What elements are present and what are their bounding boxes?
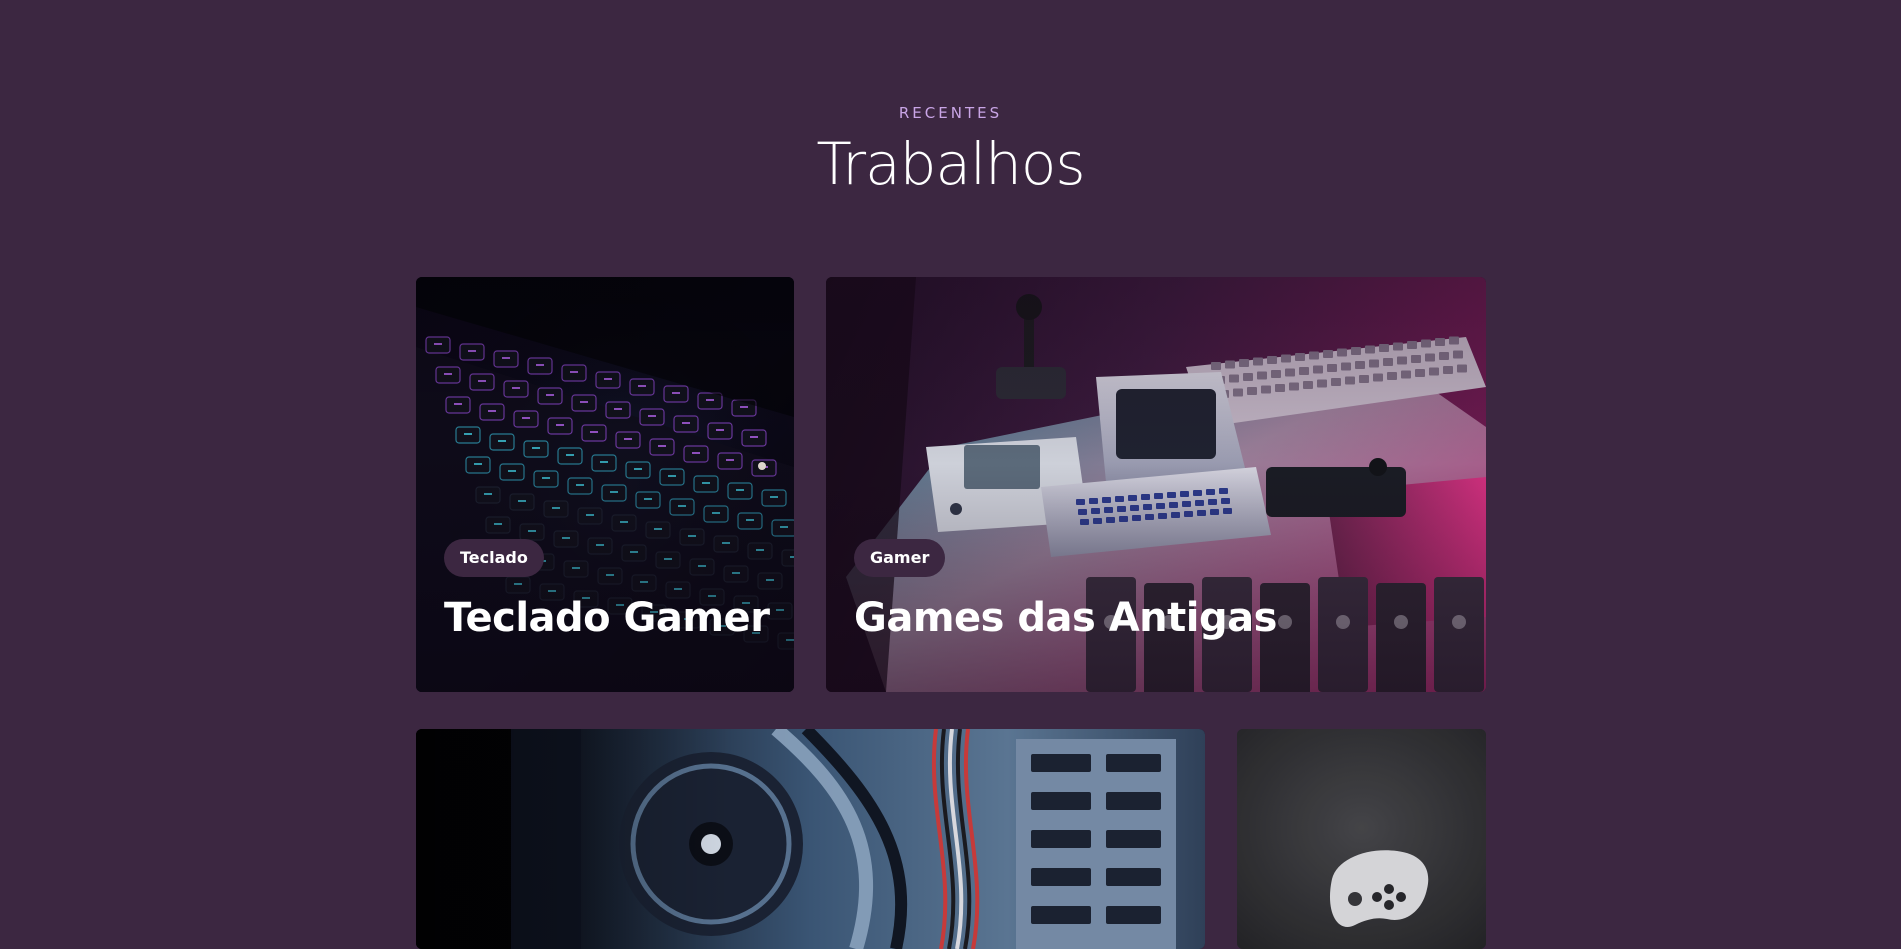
card-tag: Teclado bbox=[444, 539, 544, 577]
work-card-teclado-gamer[interactable]: Teclado Teclado Gamer bbox=[416, 277, 794, 692]
card-title: Teclado Gamer bbox=[444, 595, 770, 641]
work-card-games-das-antigas[interactable]: Gamer Games das Antigas bbox=[826, 277, 1486, 692]
section-eyebrow: RECENTES bbox=[898, 104, 1003, 122]
section-title: Trabalhos bbox=[816, 130, 1085, 198]
card-tag: Gamer bbox=[854, 539, 946, 577]
work-card-pc-hardware[interactable] bbox=[416, 729, 1205, 949]
card-title: Games das Antigas bbox=[854, 595, 1277, 641]
card-overlay bbox=[1237, 729, 1486, 949]
work-card-controller[interactable] bbox=[1237, 729, 1486, 949]
card-overlay bbox=[416, 729, 1205, 949]
